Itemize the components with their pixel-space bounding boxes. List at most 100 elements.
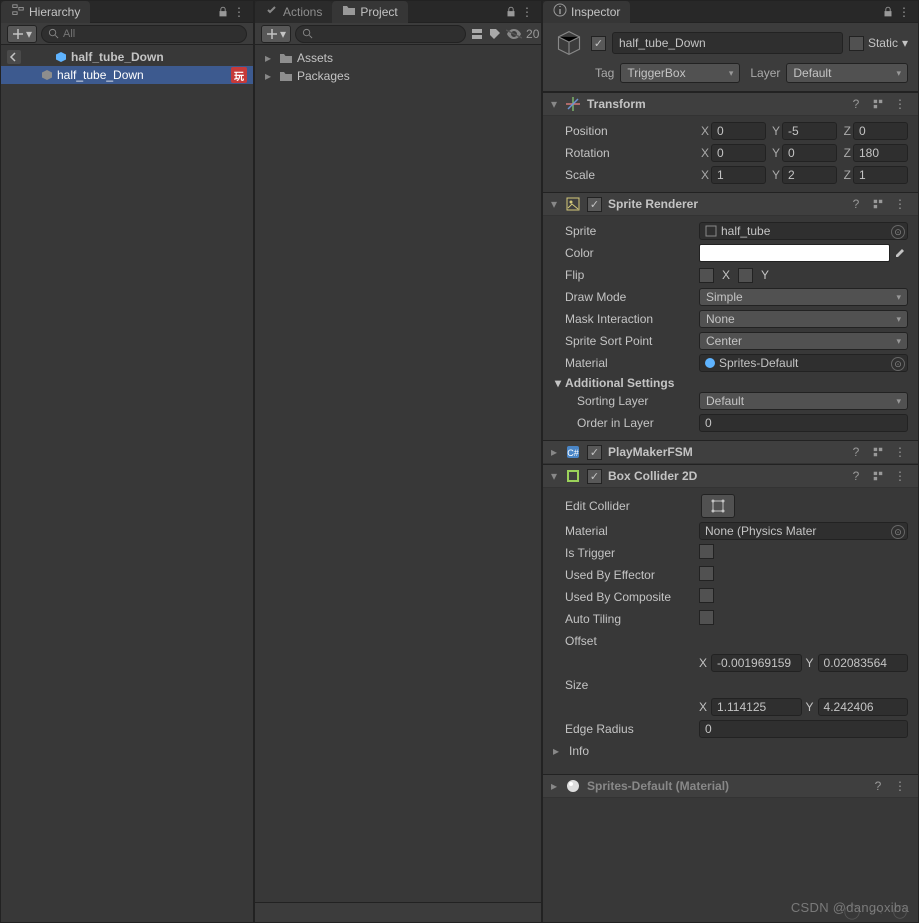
size-x-field[interactable]: 1.114125 bbox=[711, 698, 801, 716]
gameobject-name-field[interactable]: half_tube_Down bbox=[612, 32, 843, 54]
playmaker-title: PlayMakerFSM bbox=[608, 445, 842, 459]
kebab-icon[interactable]: ⋮ bbox=[519, 4, 535, 20]
help-icon[interactable]: ? bbox=[848, 196, 864, 212]
project-folder-row[interactable]: ▸ Packages bbox=[255, 67, 541, 85]
hierarchy-search-field[interactable] bbox=[63, 28, 240, 40]
fold-arrow-icon[interactable]: ▾ bbox=[555, 376, 561, 390]
lock-icon[interactable] bbox=[880, 4, 896, 20]
project-tab[interactable]: Project bbox=[332, 1, 407, 23]
kebab-icon[interactable]: ⋮ bbox=[892, 96, 908, 112]
scale-z-field[interactable]: 1 bbox=[853, 166, 908, 184]
object-picker-icon[interactable]: ⊙ bbox=[891, 225, 905, 239]
hidden-eye-icon[interactable] bbox=[506, 26, 522, 42]
search-input[interactable] bbox=[41, 25, 247, 43]
object-picker-icon[interactable]: ⊙ bbox=[891, 525, 905, 539]
kebab-icon[interactable]: ⋮ bbox=[231, 4, 247, 20]
search-input[interactable] bbox=[295, 25, 466, 43]
orderinlayer-field[interactable]: 0 bbox=[699, 414, 908, 432]
position-x-field[interactable]: 0 bbox=[711, 122, 766, 140]
fold-arrow-icon[interactable]: ▸ bbox=[549, 779, 559, 793]
project-search-field[interactable] bbox=[317, 28, 459, 40]
fold-arrow-icon[interactable]: ▸ bbox=[265, 51, 275, 65]
rotation-z-field[interactable]: 180 bbox=[853, 144, 908, 162]
flip-y-checkbox[interactable] bbox=[738, 268, 753, 283]
playmaker-header[interactable]: ▸ C# PlayMakerFSM ? ⋮ bbox=[543, 440, 918, 464]
help-icon[interactable]: ? bbox=[848, 96, 864, 112]
flip-x-checkbox[interactable] bbox=[699, 268, 714, 283]
presets-icon[interactable] bbox=[870, 96, 886, 112]
layer-dropdown[interactable]: Default ▾ bbox=[786, 63, 908, 83]
help-icon[interactable]: ? bbox=[848, 468, 864, 484]
component-enabled-checkbox[interactable] bbox=[587, 197, 602, 212]
rotation-y-field[interactable]: 0 bbox=[782, 144, 837, 162]
material-object-field[interactable]: Sprites-Default ⊙ bbox=[699, 354, 908, 372]
spriterenderer-header[interactable]: ▾ Sprite Renderer ? ⋮ bbox=[543, 192, 918, 216]
fold-arrow-icon[interactable]: ▾ bbox=[549, 197, 559, 211]
fold-arrow-icon[interactable]: ▸ bbox=[553, 744, 563, 758]
kebab-icon[interactable]: ⋮ bbox=[896, 4, 912, 20]
actions-tab[interactable]: Actions bbox=[255, 1, 332, 23]
istrigger-checkbox[interactable] bbox=[699, 544, 714, 559]
scale-x-field[interactable]: 1 bbox=[711, 166, 766, 184]
hierarchy-item[interactable]: half_tube_Down 玩 bbox=[1, 66, 253, 84]
position-y-field[interactable]: -5 bbox=[782, 122, 837, 140]
component-enabled-checkbox[interactable] bbox=[587, 445, 602, 460]
material-footer-header[interactable]: ▸ Sprites-Default (Material) ? ⋮ bbox=[543, 774, 918, 798]
edgeradius-field[interactable]: 0 bbox=[699, 720, 908, 738]
bc-material-field[interactable]: None (Physics Mater ⊙ bbox=[699, 522, 908, 540]
add-button[interactable]: ▾ bbox=[7, 25, 37, 43]
filter-type-icon[interactable] bbox=[470, 26, 484, 42]
boxcollider-header[interactable]: ▾ Box Collider 2D ? ⋮ bbox=[543, 464, 918, 488]
transform-header[interactable]: ▾ Transform ? ⋮ bbox=[543, 92, 918, 116]
usedbyeffector-checkbox[interactable] bbox=[699, 566, 714, 581]
fold-arrow-icon[interactable]: ▾ bbox=[549, 97, 559, 111]
component-enabled-checkbox[interactable] bbox=[587, 469, 602, 484]
fold-arrow-icon[interactable]: ▸ bbox=[265, 69, 275, 83]
back-arrow-icon[interactable] bbox=[7, 50, 21, 64]
scene-row[interactable]: half_tube_Down bbox=[1, 48, 253, 66]
fold-arrow-icon[interactable]: ▾ bbox=[549, 469, 559, 483]
hierarchy-tab[interactable]: Hierarchy bbox=[1, 1, 90, 23]
scale-y-field[interactable]: 2 bbox=[782, 166, 837, 184]
mask-dropdown[interactable]: None▾ bbox=[699, 310, 908, 328]
project-folder-row[interactable]: ▸ Assets bbox=[255, 49, 541, 67]
gameobject-name-text: half_tube_Down bbox=[619, 36, 706, 50]
tag-dropdown[interactable]: TriggerBox ▾ bbox=[620, 63, 740, 83]
inspector-tab[interactable]: Inspector bbox=[543, 1, 630, 23]
kebab-icon[interactable]: ⋮ bbox=[892, 778, 908, 794]
usedbycomposite-checkbox[interactable] bbox=[699, 588, 714, 603]
drawmode-dropdown[interactable]: Simple▾ bbox=[699, 288, 908, 306]
transform-title: Transform bbox=[587, 97, 842, 111]
lock-icon[interactable] bbox=[503, 4, 519, 20]
sortpoint-dropdown[interactable]: Center▾ bbox=[699, 332, 908, 350]
lock-icon[interactable] bbox=[215, 4, 231, 20]
sortinglayer-dropdown[interactable]: Default▾ bbox=[699, 392, 908, 410]
sprite-object-field[interactable]: half_tube ⊙ bbox=[699, 222, 908, 240]
help-icon[interactable]: ? bbox=[848, 444, 864, 460]
additional-settings-header[interactable]: ▾ Additional Settings bbox=[553, 376, 908, 390]
static-toggle[interactable]: Static ▾ bbox=[849, 36, 908, 51]
editcollider-button[interactable] bbox=[701, 494, 735, 518]
fold-arrow-icon[interactable]: ▸ bbox=[549, 445, 559, 459]
object-picker-icon[interactable]: ⊙ bbox=[891, 357, 905, 371]
offset-x-field[interactable]: -0.001969159 bbox=[711, 654, 801, 672]
presets-icon[interactable] bbox=[870, 468, 886, 484]
offset-y-field[interactable]: 0.02083564 bbox=[818, 654, 908, 672]
position-z-field[interactable]: 0 bbox=[853, 122, 908, 140]
kebab-icon[interactable]: ⋮ bbox=[892, 196, 908, 212]
size-y-field[interactable]: 4.242406 bbox=[818, 698, 908, 716]
static-checkbox[interactable] bbox=[849, 36, 864, 51]
active-checkbox[interactable] bbox=[591, 36, 606, 51]
kebab-icon[interactable]: ⋮ bbox=[892, 444, 908, 460]
add-button[interactable]: ▾ bbox=[261, 25, 291, 43]
filter-label-icon[interactable] bbox=[488, 26, 502, 42]
color-field[interactable] bbox=[699, 244, 890, 262]
autotiling-checkbox[interactable] bbox=[699, 610, 714, 625]
actions-tab-label: Actions bbox=[283, 5, 322, 19]
presets-icon[interactable] bbox=[870, 444, 886, 460]
eyedropper-icon[interactable] bbox=[893, 246, 907, 260]
kebab-icon[interactable]: ⋮ bbox=[892, 468, 908, 484]
help-icon[interactable]: ? bbox=[870, 778, 886, 794]
rotation-x-field[interactable]: 0 bbox=[711, 144, 766, 162]
presets-icon[interactable] bbox=[870, 196, 886, 212]
